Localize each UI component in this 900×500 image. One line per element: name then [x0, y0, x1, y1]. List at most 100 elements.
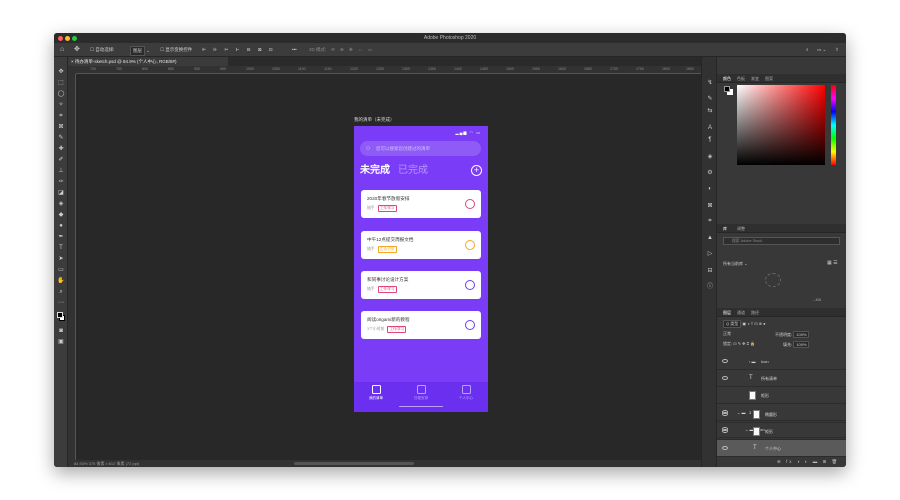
crop-tool-icon[interactable]: ⌗ — [57, 112, 66, 121]
tab-swatches[interactable]: 色板 — [737, 74, 745, 83]
tab-incomplete[interactable]: 未完成 — [360, 165, 390, 177]
timeline-icon[interactable]: ▷ — [706, 250, 714, 258]
auto-select-dropdown[interactable]: 图层 ⌄ — [130, 46, 150, 56]
document-tab[interactable]: × 待办清单-sketch.psd @ 84.9% (个人中心, RGB/8#) — [68, 57, 228, 66]
foreground-color-swatch[interactable] — [56, 312, 63, 318]
lock-controls[interactable]: 锁定: ⊡ ✎ ✥ ⌗ 🔒 — [723, 341, 755, 347]
artboard-icon[interactable]: ⊠ — [706, 202, 714, 210]
complete-checkbox[interactable] — [465, 240, 475, 250]
brush-tool-icon[interactable]: ✐ — [57, 156, 66, 165]
pen-tool-icon[interactable]: ✒ — [57, 233, 66, 242]
tab-completed[interactable]: 已完成 — [398, 165, 428, 177]
crop-icon[interactable]: ⌗ — [706, 217, 714, 225]
search-icon[interactable]: ⌕ — [806, 46, 809, 54]
opacity-control[interactable]: 不透明度: 100% — [775, 331, 810, 338]
zoom-tool-icon[interactable]: ⌕ — [57, 288, 66, 297]
shapes-icon[interactable]: ◐ — [706, 185, 714, 193]
visibility-eye-icon[interactable] — [722, 429, 728, 433]
layer-row[interactable]: 椭圆形 — [717, 406, 846, 423]
library-view-icons[interactable]: ▦ ☰ — [827, 260, 838, 266]
tab-patterns[interactable]: 图案 — [765, 74, 773, 83]
auto-select-checkbox[interactable]: ☐ 自动选择: — [90, 46, 115, 54]
home-icon[interactable]: ⌂ — [60, 46, 64, 54]
frame-tool-icon[interactable]: ⊠ — [57, 123, 66, 132]
visibility-eye-icon[interactable] — [722, 446, 728, 450]
quick-mask-icon[interactable]: ◙ — [57, 327, 66, 336]
layer-row[interactable]: 矩形 — [717, 423, 846, 440]
layer-row[interactable]: 矩形 — [717, 387, 846, 404]
list-item[interactable]: 阅读origami新的教程 3个小时前 工作/学习 — [361, 311, 481, 339]
tab-layers[interactable]: 图层 — [723, 308, 731, 317]
mode-3d-icons[interactable]: ⟲ ⊕ ✥ ⇔ ▭ — [331, 46, 374, 54]
blur-tool-icon[interactable]: ◆ — [57, 211, 66, 220]
layer-filter[interactable]: Q 类型 ▣ ◑ T ⊡ ⊕ ● — [723, 320, 766, 328]
visibility-eye-icon[interactable] — [722, 412, 728, 416]
layer-row[interactable]: › ▬ Icon — [717, 353, 846, 370]
workspace-icon[interactable]: ▭ ⌄ — [817, 46, 826, 54]
move-tool-icon[interactable]: ✥ — [57, 68, 66, 77]
complete-checkbox[interactable] — [465, 199, 475, 209]
adjust-icon[interactable]: ⇆ — [706, 107, 714, 115]
complete-checkbox[interactable] — [465, 320, 475, 330]
tab-channels[interactable]: 通道 — [737, 308, 745, 317]
healing-tool-icon[interactable]: ✚ — [57, 145, 66, 154]
color-field[interactable] — [737, 85, 825, 165]
brush-settings-icon[interactable]: ✎ — [706, 95, 714, 103]
stamp-tool-icon[interactable]: ⊥ — [57, 167, 66, 176]
layer-footer-icons[interactable]: ⊕ fx ◑ ◐ ▬ ⊞ 🗑 — [777, 459, 839, 465]
fill-value[interactable]: 100% — [793, 341, 810, 348]
search-input[interactable]: ○ 您可以搜索您创建过的清单 — [360, 141, 481, 156]
close-window-button[interactable] — [58, 35, 63, 41]
share-icon[interactable]: ⇧ — [835, 46, 839, 54]
list-item[interactable]: 2020年春节放假安排 随手 工作/学习 — [361, 190, 481, 218]
visibility-eye-icon[interactable] — [722, 376, 728, 380]
screen-mode-icon[interactable]: ▣ — [57, 338, 66, 347]
move-tool-icon[interactable]: ✥ — [74, 46, 80, 54]
nav-my-lists[interactable]: 我的清单 — [354, 385, 398, 401]
stamp-icon[interactable]: ▲ — [706, 234, 714, 242]
blend-mode-select[interactable]: 正常 — [723, 331, 731, 337]
foreground-color-chip[interactable] — [724, 86, 730, 92]
minimize-window-button[interactable] — [65, 35, 70, 41]
show-transform-checkbox[interactable]: ☐ 显示变换控件 — [160, 46, 192, 54]
fill-control[interactable]: 填充: 100% — [783, 341, 810, 348]
add-list-icon[interactable]: + — [471, 165, 482, 176]
history-brush-icon[interactable]: ✑ — [57, 178, 66, 187]
layer-filter-icons[interactable]: ▣ ◑ T ⊡ ⊕ ● — [742, 321, 765, 326]
layer-row[interactable]: T 所有清单 — [717, 370, 846, 387]
3d-panel-icon[interactable]: ◈ — [706, 153, 714, 161]
more-tools-icon[interactable]: ⋯ — [57, 299, 66, 308]
gradient-tool-icon[interactable]: ◈ — [57, 200, 66, 209]
nav-profile[interactable]: 个人中心 — [444, 385, 488, 401]
horizontal-scrollbar[interactable] — [294, 462, 414, 465]
hand-tool-icon[interactable]: ✋ — [57, 277, 66, 286]
history-panel-icon[interactable]: ↯ — [706, 79, 714, 87]
type-tool-icon[interactable]: T — [57, 244, 66, 253]
tab-paths[interactable]: 路径 — [751, 308, 759, 317]
lasso-tool-icon[interactable]: ◯ — [57, 90, 66, 99]
eraser-tool-icon[interactable]: ◪ — [57, 189, 66, 198]
tab-color[interactable]: 颜色 — [723, 74, 731, 83]
path-select-tool-icon[interactable]: ➤ — [57, 255, 66, 264]
artboard-label[interactable]: 我的清单（未完成） — [354, 117, 395, 123]
library-dropdown[interactable]: 所有当前库 ⌄ — [723, 261, 747, 267]
glyphs-icon[interactable]: ⚙ — [706, 169, 714, 177]
info-icon[interactable]: ⓘ — [706, 283, 714, 291]
zoom-window-button[interactable] — [72, 35, 77, 41]
eyedropper-tool-icon[interactable]: ✎ — [57, 134, 66, 143]
paragraph-panel-icon[interactable]: ¶ — [706, 136, 714, 144]
stock-search-field[interactable]: 搜索 Adobe Stock — [723, 237, 840, 245]
tab-gradients[interactable]: 渐变 — [751, 74, 759, 83]
shape-tool-icon[interactable]: ▭ — [57, 266, 66, 275]
more-options-icon[interactable]: ••• — [292, 46, 297, 54]
opacity-value[interactable]: 100% — [793, 331, 810, 338]
hue-slider[interactable] — [831, 85, 836, 165]
layer-row-selected[interactable]: T 个人中心 — [717, 440, 846, 457]
list-item[interactable]: 和同事讨论设计方案 随手 工作/学习 — [361, 271, 481, 299]
visibility-eye-icon[interactable] — [722, 359, 728, 363]
marquee-tool-icon[interactable]: ⬚ — [57, 79, 66, 88]
nav-schedule[interactable]: 日程安排 — [399, 385, 443, 401]
align-icons[interactable]: ⊫ ⊪ ⊨ ⊩ ⊟ ⊠ ⊡ — [202, 46, 276, 54]
list-item[interactable]: 中午12点提交周报文档 随手 生活/日常 — [361, 231, 481, 259]
magic-wand-tool-icon[interactable]: ✧ — [57, 101, 66, 110]
